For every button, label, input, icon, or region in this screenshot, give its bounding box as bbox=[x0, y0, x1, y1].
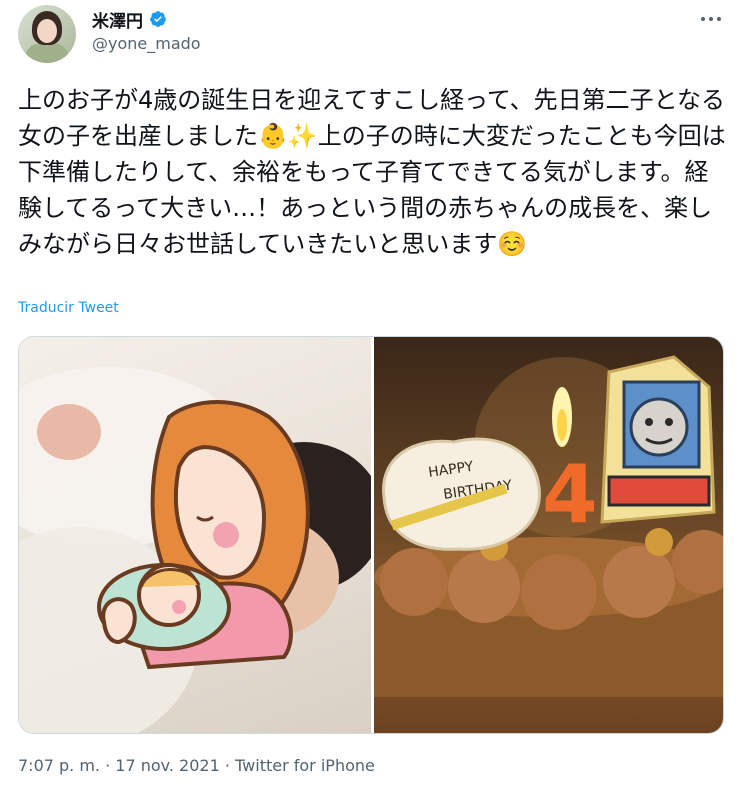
tweet-media[interactable]: HAPPY BIRTHDAY 4 bbox=[18, 336, 724, 734]
meta-separator-2: · bbox=[219, 756, 236, 775]
tweet-metadata: 7:07 p. m. · 17 nov. 2021 · Twitter for … bbox=[18, 756, 375, 775]
birthday-cake-photo[interactable]: HAPPY BIRTHDAY 4 bbox=[374, 337, 723, 733]
baby-illustration bbox=[19, 367, 371, 733]
tweet-source[interactable]: Twitter for iPhone bbox=[235, 756, 375, 775]
avatar[interactable] bbox=[18, 5, 76, 63]
author-handle[interactable]: @yone_mado bbox=[92, 34, 201, 53]
birthday-cake: HAPPY BIRTHDAY 4 bbox=[374, 355, 723, 697]
translate-tweet-link[interactable]: Traducir Tweet bbox=[18, 300, 119, 316]
candle-number: 4 bbox=[542, 448, 598, 541]
meta-separator: · bbox=[100, 756, 116, 775]
tweet-date[interactable]: 17 nov. 2021 bbox=[115, 756, 220, 775]
baby-illustration-photo[interactable] bbox=[19, 337, 371, 733]
verified-badge-icon bbox=[150, 11, 166, 27]
display-name[interactable]: 米澤円 bbox=[92, 7, 143, 32]
tweet-header: 米澤円 @yone_mado bbox=[0, 0, 743, 70]
tweet-time[interactable]: 7:07 p. m. bbox=[18, 756, 100, 775]
tweet-text: 上のお子が4歳の誕生日を迎えてすこし経って、先日第二子となる女の子を出産しました… bbox=[18, 86, 726, 258]
author-name-line[interactable]: 米澤円 bbox=[92, 7, 167, 32]
more-options-icon[interactable] bbox=[699, 10, 723, 28]
